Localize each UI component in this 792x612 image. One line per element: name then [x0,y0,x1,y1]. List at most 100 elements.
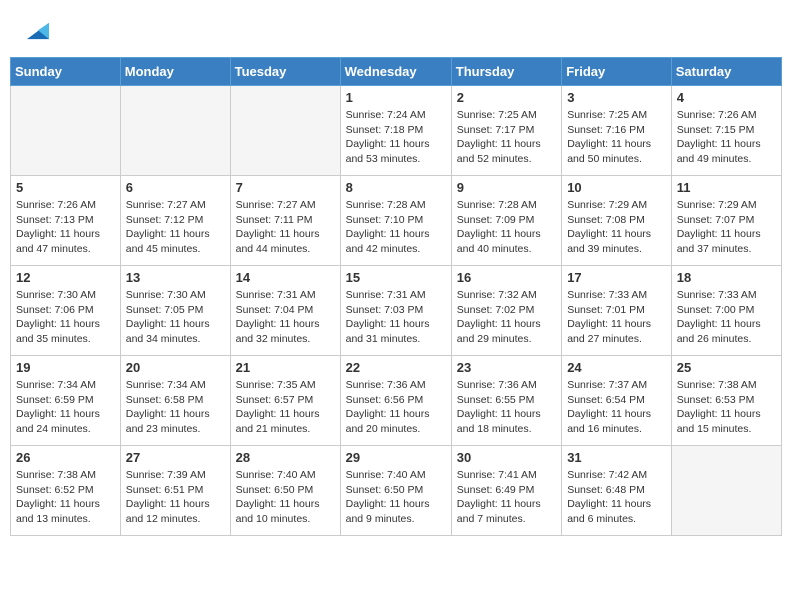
day-number: 24 [567,360,666,375]
day-info: Sunrise: 7:25 AMSunset: 7:17 PMDaylight:… [457,108,556,167]
calendar-day-cell: 14 Sunrise: 7:31 AMSunset: 7:04 PMDayligh… [230,266,340,356]
calendar-day-cell: 24 Sunrise: 7:37 AMSunset: 6:54 PMDayligh… [562,356,672,446]
day-number: 15 [346,270,446,285]
calendar-day-cell: 22 Sunrise: 7:36 AMSunset: 6:56 PMDayligh… [340,356,451,446]
calendar-day-cell: 12 Sunrise: 7:30 AMSunset: 7:06 PMDayligh… [11,266,121,356]
calendar-week-row: 19 Sunrise: 7:34 AMSunset: 6:59 PMDayligh… [11,356,782,446]
day-number: 30 [457,450,556,465]
day-info: Sunrise: 7:24 AMSunset: 7:18 PMDaylight:… [346,108,446,167]
day-of-week-header: Saturday [671,58,781,86]
day-number: 9 [457,180,556,195]
day-number: 17 [567,270,666,285]
day-info: Sunrise: 7:30 AMSunset: 7:06 PMDaylight:… [16,288,115,347]
day-info: Sunrise: 7:38 AMSunset: 6:52 PMDaylight:… [16,468,115,527]
day-number: 10 [567,180,666,195]
calendar-day-cell: 7 Sunrise: 7:27 AMSunset: 7:11 PMDaylight… [230,176,340,266]
day-of-week-header: Monday [120,58,230,86]
day-number: 6 [126,180,225,195]
calendar-day-cell: 4 Sunrise: 7:26 AMSunset: 7:15 PMDaylight… [671,86,781,176]
day-of-week-header: Thursday [451,58,561,86]
calendar-day-cell: 23 Sunrise: 7:36 AMSunset: 6:55 PMDayligh… [451,356,561,446]
day-info: Sunrise: 7:41 AMSunset: 6:49 PMDaylight:… [457,468,556,527]
calendar-day-cell: 18Sunrise: 7:33 AMSunset: 7:00 PMDayligh… [671,266,781,356]
day-info: Sunrise: 7:29 AMSunset: 7:08 PMDaylight:… [567,198,666,257]
day-number: 28 [236,450,335,465]
day-info: Sunrise: 7:34 AMSunset: 6:58 PMDaylight:… [126,378,225,437]
day-info: Sunrise: 7:31 AMSunset: 7:03 PMDaylight:… [346,288,446,347]
calendar-day-cell: 27 Sunrise: 7:39 AMSunset: 6:51 PMDayligh… [120,446,230,536]
day-info: Sunrise: 7:36 AMSunset: 6:55 PMDaylight:… [457,378,556,437]
day-info: Sunrise: 7:27 AMSunset: 7:12 PMDaylight:… [126,198,225,257]
calendar-day-cell: 26 Sunrise: 7:38 AMSunset: 6:52 PMDayligh… [11,446,121,536]
day-number: 26 [16,450,115,465]
day-number: 3 [567,90,666,105]
day-info: Sunrise: 7:33 AMSunset: 7:01 PMDaylight:… [567,288,666,347]
day-info: Sunrise: 7:34 AMSunset: 6:59 PMDaylight:… [16,378,115,437]
day-number: 21 [236,360,335,375]
day-of-week-header: Tuesday [230,58,340,86]
day-number: 12 [16,270,115,285]
day-of-week-header: Friday [562,58,672,86]
calendar-day-cell: 15 Sunrise: 7:31 AMSunset: 7:03 PMDayligh… [340,266,451,356]
day-info: Sunrise: 7:26 AMSunset: 7:15 PMDaylight:… [677,108,776,167]
day-number: 8 [346,180,446,195]
calendar-day-cell: 29 Sunrise: 7:40 AMSunset: 6:50 PMDayligh… [340,446,451,536]
day-number: 16 [457,270,556,285]
day-info: Sunrise: 7:39 AMSunset: 6:51 PMDaylight:… [126,468,225,527]
calendar-day-cell [230,86,340,176]
calendar-day-cell: 3 Sunrise: 7:25 AMSunset: 7:16 PMDaylight… [562,86,672,176]
day-number: 14 [236,270,335,285]
calendar-day-cell: 1 Sunrise: 7:24 AMSunset: 7:18 PMDaylight… [340,86,451,176]
calendar-week-row: 26 Sunrise: 7:38 AMSunset: 6:52 PMDayligh… [11,446,782,536]
day-info: Sunrise: 7:27 AMSunset: 7:11 PMDaylight:… [236,198,335,257]
day-info: Sunrise: 7:25 AMSunset: 7:16 PMDaylight:… [567,108,666,167]
logo-text [25,20,49,47]
day-number: 4 [677,90,776,105]
calendar-header-row: SundayMondayTuesdayWednesdayThursdayFrid… [11,58,782,86]
day-number: 19 [16,360,115,375]
calendar-day-cell: 30 Sunrise: 7:41 AMSunset: 6:49 PMDayligh… [451,446,561,536]
day-info: Sunrise: 7:40 AMSunset: 6:50 PMDaylight:… [236,468,335,527]
calendar-day-cell: 2Sunrise: 7:25 AMSunset: 7:17 PMDaylight… [451,86,561,176]
day-number: 22 [346,360,446,375]
calendar-week-row: 1 Sunrise: 7:24 AMSunset: 7:18 PMDaylight… [11,86,782,176]
calendar-day-cell: 8 Sunrise: 7:28 AMSunset: 7:10 PMDaylight… [340,176,451,266]
calendar-day-cell: 28 Sunrise: 7:40 AMSunset: 6:50 PMDayligh… [230,446,340,536]
calendar-day-cell: 19 Sunrise: 7:34 AMSunset: 6:59 PMDayligh… [11,356,121,446]
page-header [10,10,782,52]
calendar-day-cell: 10 Sunrise: 7:29 AMSunset: 7:08 PMDayligh… [562,176,672,266]
day-info: Sunrise: 7:40 AMSunset: 6:50 PMDaylight:… [346,468,446,527]
calendar-day-cell: 11Sunrise: 7:29 AMSunset: 7:07 PMDayligh… [671,176,781,266]
day-number: 1 [346,90,446,105]
day-info: Sunrise: 7:36 AMSunset: 6:56 PMDaylight:… [346,378,446,437]
day-info: Sunrise: 7:30 AMSunset: 7:05 PMDaylight:… [126,288,225,347]
day-info: Sunrise: 7:35 AMSunset: 6:57 PMDaylight:… [236,378,335,437]
day-number: 7 [236,180,335,195]
day-info: Sunrise: 7:33 AMSunset: 7:00 PMDaylight:… [677,288,776,347]
logo-icon [27,20,49,42]
calendar-day-cell: 31Sunrise: 7:42 AMSunset: 6:48 PMDayligh… [562,446,672,536]
day-info: Sunrise: 7:26 AMSunset: 7:13 PMDaylight:… [16,198,115,257]
day-of-week-header: Sunday [11,58,121,86]
calendar-day-cell [671,446,781,536]
day-info: Sunrise: 7:37 AMSunset: 6:54 PMDaylight:… [567,378,666,437]
calendar-week-row: 5 Sunrise: 7:26 AMSunset: 7:13 PMDaylight… [11,176,782,266]
day-number: 29 [346,450,446,465]
day-number: 27 [126,450,225,465]
calendar-day-cell: 5 Sunrise: 7:26 AMSunset: 7:13 PMDaylight… [11,176,121,266]
day-number: 20 [126,360,225,375]
day-number: 13 [126,270,225,285]
day-info: Sunrise: 7:32 AMSunset: 7:02 PMDaylight:… [457,288,556,347]
day-number: 23 [457,360,556,375]
day-info: Sunrise: 7:28 AMSunset: 7:10 PMDaylight:… [346,198,446,257]
day-number: 31 [567,450,666,465]
calendar-day-cell: 20 Sunrise: 7:34 AMSunset: 6:58 PMDayligh… [120,356,230,446]
calendar-day-cell: 9Sunrise: 7:28 AMSunset: 7:09 PMDaylight… [451,176,561,266]
day-number: 5 [16,180,115,195]
day-of-week-header: Wednesday [340,58,451,86]
day-number: 25 [677,360,776,375]
calendar-day-cell [11,86,121,176]
calendar-day-cell: 13 Sunrise: 7:30 AMSunset: 7:05 PMDayligh… [120,266,230,356]
calendar-day-cell: 16 Sunrise: 7:32 AMSunset: 7:02 PMDayligh… [451,266,561,356]
day-info: Sunrise: 7:31 AMSunset: 7:04 PMDaylight:… [236,288,335,347]
